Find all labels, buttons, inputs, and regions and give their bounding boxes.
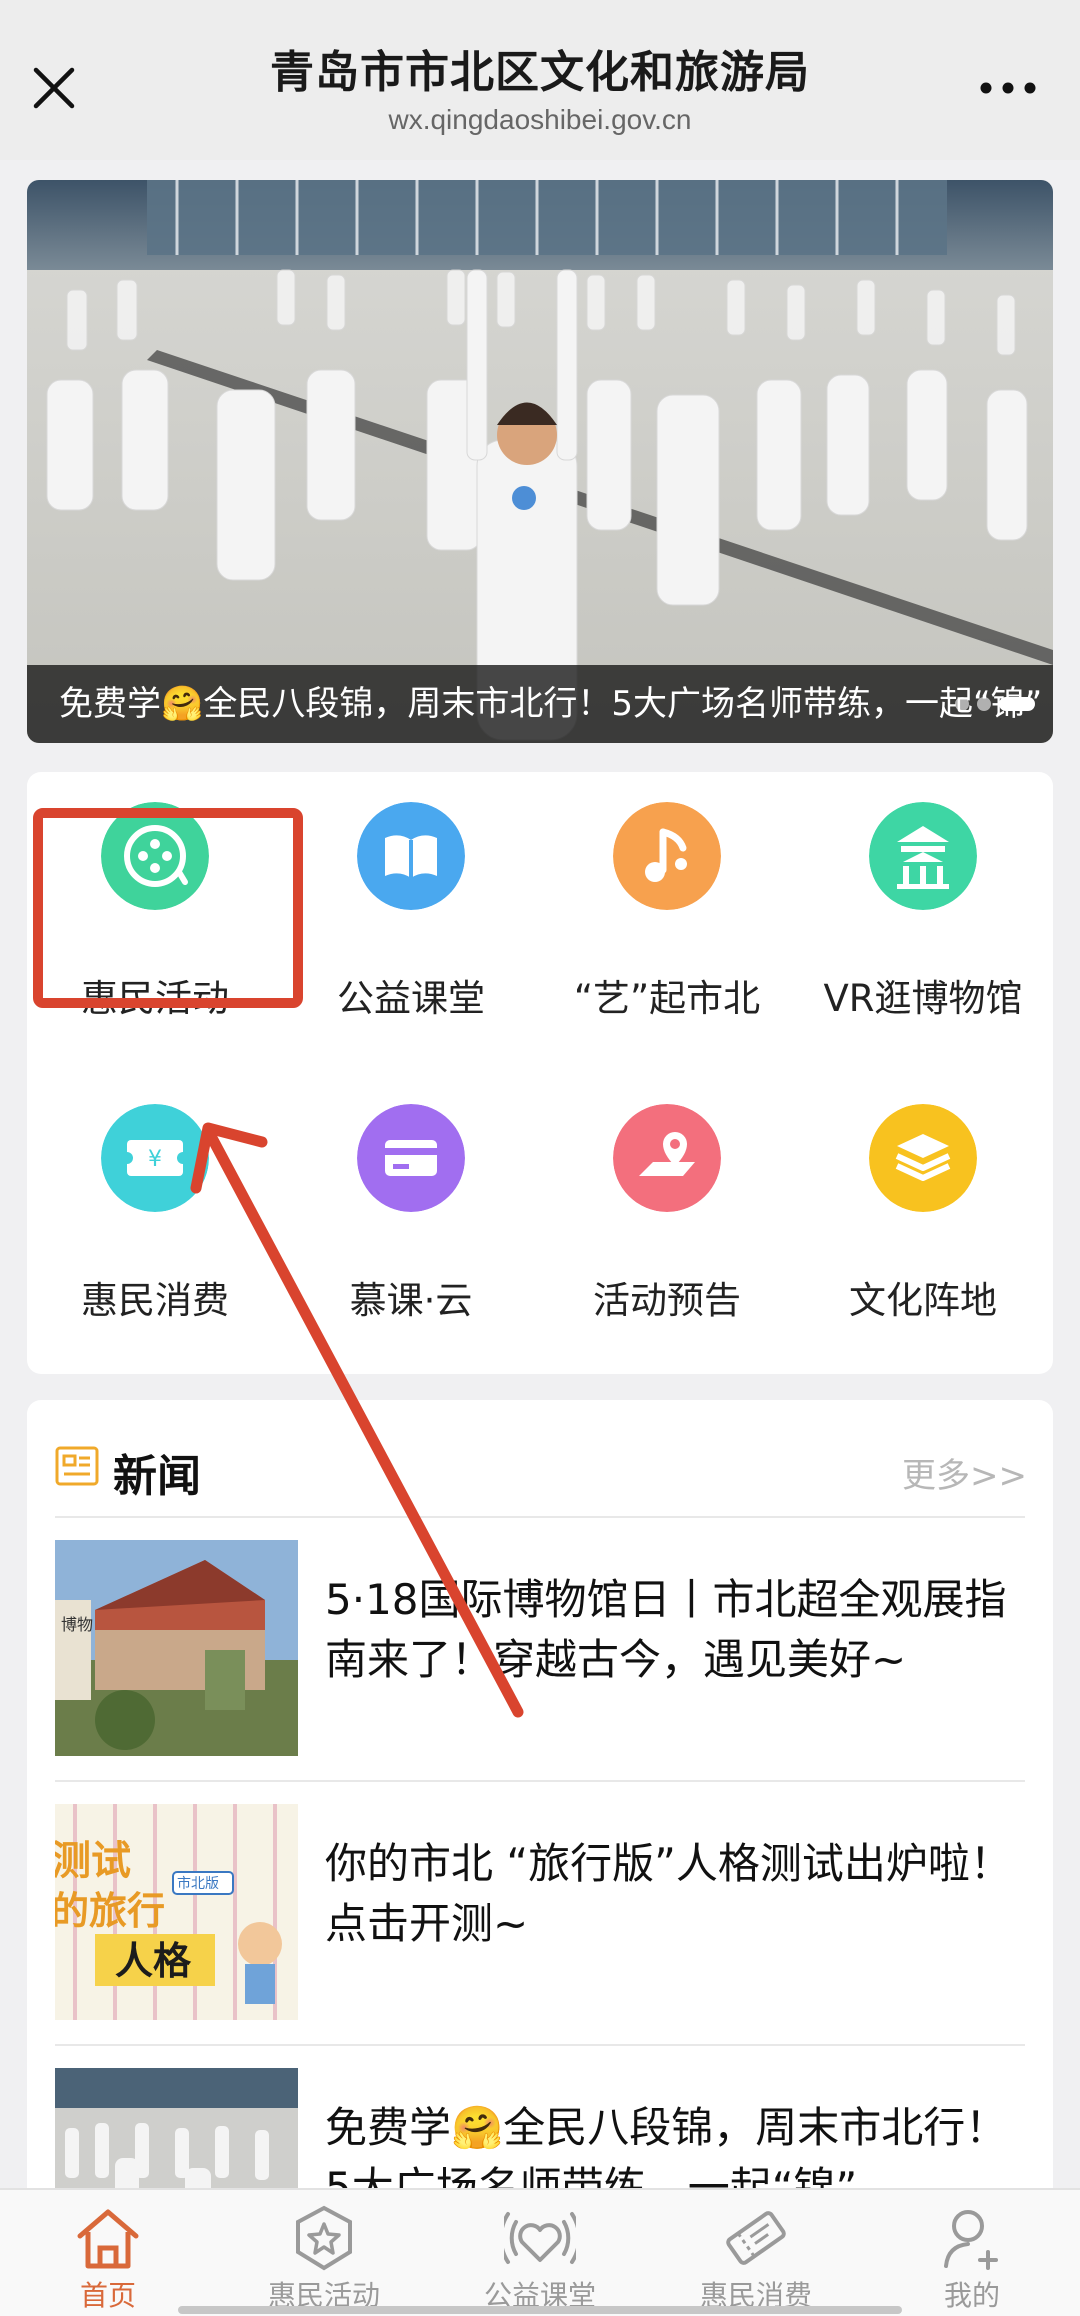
news-title: 新闻 xyxy=(113,1451,201,1502)
thumb-text: 测试 xyxy=(55,1838,131,1884)
temple-icon xyxy=(869,802,977,910)
card-icon xyxy=(357,1104,465,1212)
star-badge-icon xyxy=(296,2205,352,2271)
grid-item-label: “艺”起市北 xyxy=(573,977,761,1020)
news-thumbnail: 博物 xyxy=(55,1540,298,1756)
tab-mine[interactable]: 我的 xyxy=(864,2190,1080,2316)
grid-item-label: 文化阵地 xyxy=(849,1279,997,1322)
heart-signal-icon xyxy=(504,2212,576,2264)
grid-item-wenhua-zhendi[interactable]: 文化阵地 xyxy=(795,1074,1051,1334)
news-more-link[interactable]: 更多>> xyxy=(902,1448,1027,1497)
thumb-text: 市北版 xyxy=(177,1875,219,1892)
page-title: 青岛市市北区文化和旅游局 xyxy=(270,47,810,98)
bottom-tab-bar: 首页 惠民活动 公益课堂 惠民消费 我的 xyxy=(0,2188,1080,2316)
map-pin-icon xyxy=(613,1104,721,1212)
svg-text:¥: ¥ xyxy=(148,1147,162,1172)
grid-item-label: VR逛博物馆 xyxy=(823,977,1023,1020)
banner-image xyxy=(27,180,1053,743)
grid-item-yi-qi-shibei[interactable]: “艺”起市北 xyxy=(539,772,795,1032)
banner-carousel[interactable]: 免费学🤗全民八段锦，周末市北行！5大广场名师带练，一起“锦” xyxy=(27,180,1053,743)
grid-item-label: 惠民消费 xyxy=(81,1279,229,1322)
grid-item-label: 公益课堂 xyxy=(337,977,485,1020)
tab-gongyi-ketang[interactable]: 公益课堂 xyxy=(432,2190,648,2316)
highlight-box xyxy=(33,808,303,1008)
news-header: 新闻 更多>> xyxy=(27,1400,1053,1516)
user-add-icon xyxy=(944,2210,998,2270)
news-item[interactable]: 测试 的旅行 人格 市北版 你的市北 “旅行版”人格测试出炉啦！点击开测~ xyxy=(27,1782,1053,2020)
carousel-dot xyxy=(955,697,969,711)
grid-item-gongyi-ketang[interactable]: 公益课堂 xyxy=(283,772,539,1032)
news-thumbnail: 测试 的旅行 人格 市北版 xyxy=(55,1804,298,2020)
grid-item-vr-museum[interactable]: VR逛博物馆 xyxy=(795,772,1051,1032)
tab-huimin-huodong[interactable]: 惠民活动 xyxy=(216,2190,432,2316)
page-domain: wx.qingdaoshibei.gov.cn xyxy=(388,104,692,135)
news-section: 新闻 更多>> 博物 5·18国际博物馆日丨市北超全观展指南来了！穿越古今，遇见… xyxy=(27,1400,1053,2260)
grid-item-label: 活动预告 xyxy=(593,1279,741,1322)
ticket-icon xyxy=(726,2211,786,2265)
news-item[interactable]: 博物 5·18国际博物馆日丨市北超全观展指南来了！穿越古今，遇见美好~ xyxy=(27,1518,1053,1756)
thumb-sign: 博物 xyxy=(61,1615,93,1634)
grid-item-huimin-xiaofei[interactable]: ¥ 惠民消费 xyxy=(27,1074,283,1334)
thumb-text: 的旅行 xyxy=(55,1889,165,1933)
tab-huimin-xiaofei[interactable]: 惠民消费 xyxy=(648,2190,864,2316)
layers-icon xyxy=(869,1104,977,1212)
news-icon xyxy=(55,1446,99,1486)
ticket-icon: ¥ xyxy=(101,1104,209,1212)
carousel-dot-active xyxy=(999,697,1035,711)
home-icon xyxy=(77,2209,139,2269)
music-note-icon xyxy=(613,802,721,910)
carousel-dot xyxy=(977,697,991,711)
book-icon xyxy=(357,802,465,910)
banner-caption: 免费学🤗全民八段锦，周末市北行！5大广场名师带练，一起“锦” xyxy=(27,665,1053,743)
news-item-title: 你的市北 “旅行版”人格测试出炉啦！点击开测~ xyxy=(325,1839,1012,1948)
more-options-icon[interactable] xyxy=(976,70,1040,106)
home-indicator xyxy=(178,2306,902,2314)
grid-item-huodong-yugao[interactable]: 活动预告 xyxy=(539,1074,795,1334)
grid-item-label: 慕课·云 xyxy=(349,1279,473,1322)
top-bar: 青岛市市北区文化和旅游局 wx.qingdaoshibei.gov.cn xyxy=(0,0,1080,160)
thumb-text: 人格 xyxy=(115,1939,192,1983)
news-item-title: 5·18国际博物馆日丨市北超全观展指南来了！穿越古今，遇见美好~ xyxy=(325,1575,1007,1684)
grid-item-muke-yun[interactable]: 慕课·云 xyxy=(283,1074,539,1334)
carousel-indicator xyxy=(955,697,1035,711)
tab-home[interactable]: 首页 xyxy=(0,2190,216,2316)
